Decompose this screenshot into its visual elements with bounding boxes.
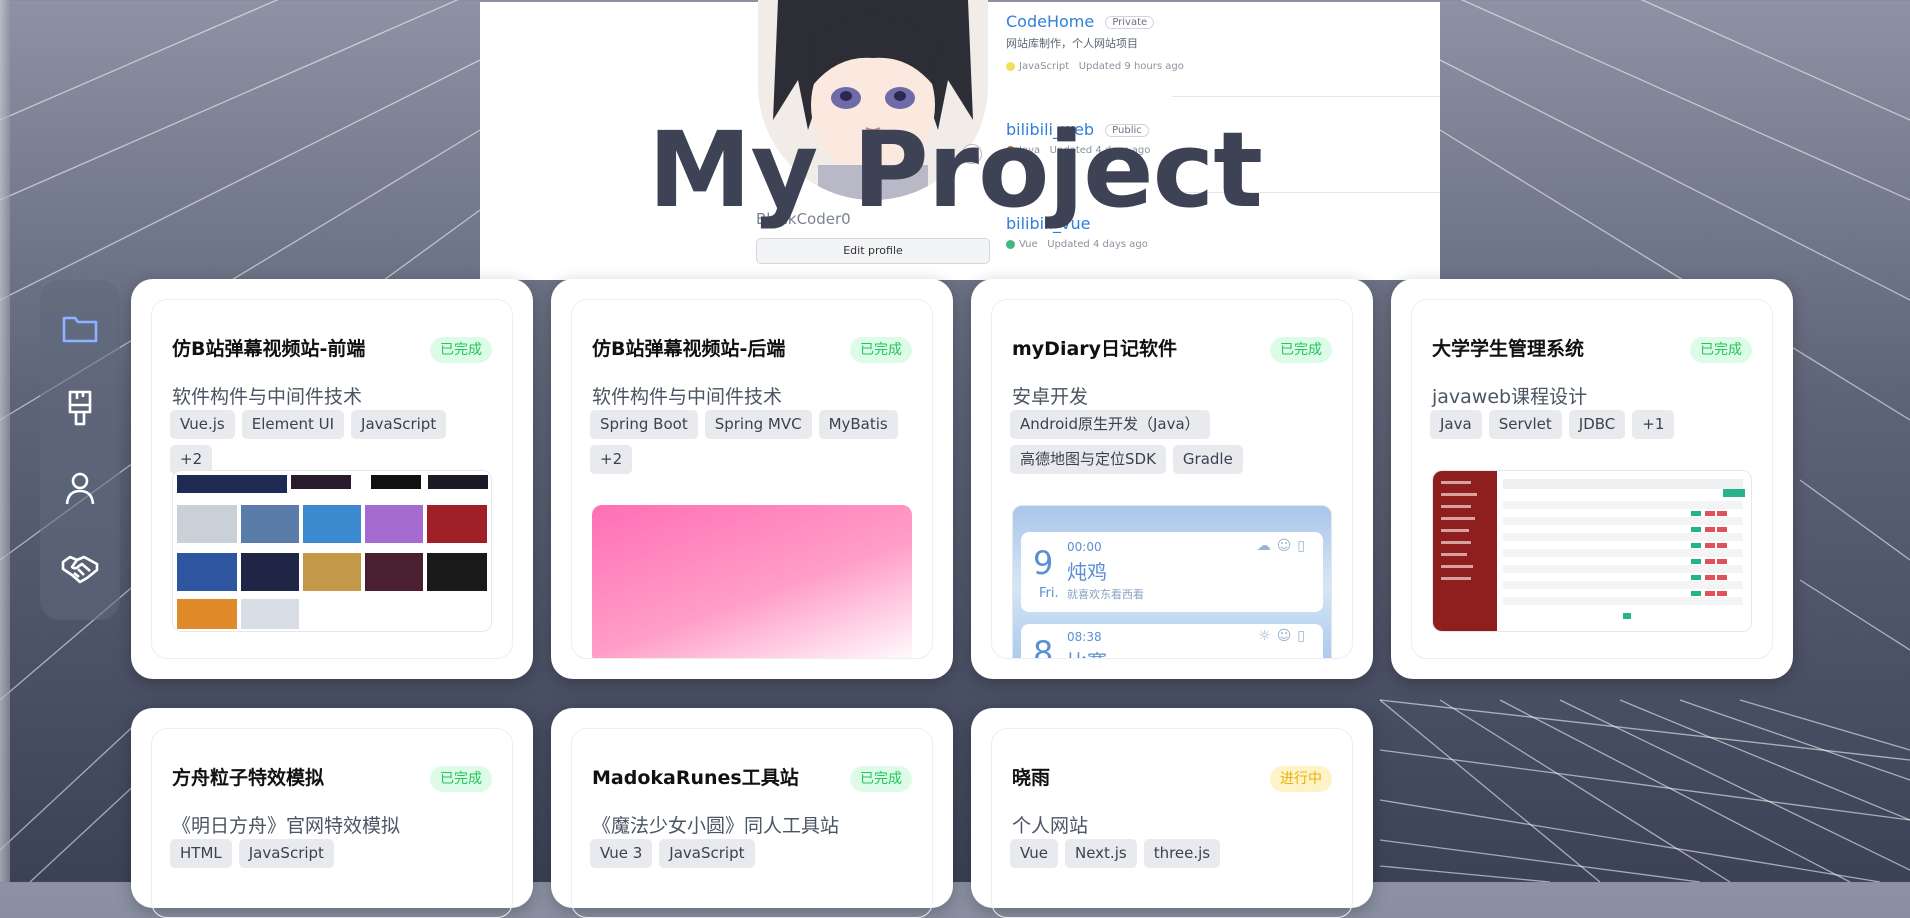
project-card[interactable]: 大学学生管理系统 已完成 javaweb课程设计 Java Servlet JD… <box>1391 279 1793 679</box>
tag-list: Android原生开发（Java） 高德地图与定位SDK Gradle <box>1010 410 1334 474</box>
tag-list: Vue 3 JavaScript <box>590 839 914 868</box>
project-title: 晓雨 <box>1012 767 1051 789</box>
tag: Gradle <box>1172 445 1243 474</box>
tag: HTML <box>170 839 232 868</box>
project-title: myDiary日记软件 <box>1012 338 1178 360</box>
tag: Servlet <box>1488 410 1562 439</box>
project-preview-image[interactable] <box>172 470 492 632</box>
tag-list: HTML JavaScript <box>170 839 494 868</box>
project-card[interactable]: 仿B站弹幕视频站-前端 已完成 软件构件与中间件技术 Vue.js Elemen… <box>131 279 533 679</box>
repo-divider <box>1172 96 1440 97</box>
user-icon <box>65 472 95 505</box>
repo-name[interactable]: CodeHome <box>1006 12 1094 31</box>
tag-list: Vue Next.js three.js <box>1010 839 1334 868</box>
tag: JavaScript <box>351 410 447 439</box>
project-subtitle: 软件构件与中间件技术 <box>592 386 783 408</box>
diary-entry: 9 Fri. 00:00 炖鸡 就喜欢东看西看 ☁☺▯ <box>1021 532 1323 612</box>
project-preview-image[interactable] <box>1432 470 1752 632</box>
window-left-edge <box>0 0 10 882</box>
repo-meta: Vue Updated 4 days ago <box>1006 239 1148 250</box>
project-card-inner: 仿B站弹幕视频站-后端 已完成 软件构件与中间件技术 Spring Boot S… <box>571 299 933 659</box>
project-subtitle: javaweb课程设计 <box>1432 386 1588 408</box>
project-card[interactable]: 仿B站弹幕视频站-后端 已完成 软件构件与中间件技术 Spring Boot S… <box>551 279 953 679</box>
status-badge: 已完成 <box>850 337 912 363</box>
repo-item[interactable]: CodeHome Private 网站库制作，个人网站项目 JavaScript… <box>1006 12 1184 72</box>
project-subtitle: 个人网站 <box>1012 815 1089 837</box>
project-card[interactable]: 方舟粒子特效模拟 已完成 《明日方舟》官网特效模拟 HTML JavaScrip… <box>131 708 533 918</box>
project-card[interactable]: 晓雨 进行中 个人网站 Vue Next.js three.js <box>971 708 1373 918</box>
language-dot-icon <box>1006 61 1015 71</box>
tag-list: Java Servlet JDBC +1 <box>1430 410 1754 439</box>
project-title: MadokaRunes工具站 <box>592 767 799 789</box>
status-badge: 已完成 <box>850 766 912 792</box>
diary-entry: 8 08:38 比赛 ☼☺▯ <box>1021 624 1323 658</box>
status-badge: 已完成 <box>430 337 492 363</box>
tag: JavaScript <box>238 839 334 868</box>
project-title: 仿B站弹幕视频站-后端 <box>592 338 786 360</box>
folder-icon <box>62 316 98 343</box>
sidebar-nav <box>40 280 120 620</box>
project-card-inner: myDiary日记软件 已完成 安卓开发 Android原生开发（Java） 高… <box>991 299 1353 659</box>
tag: Spring Boot <box>590 410 698 439</box>
tag: Vue.js <box>170 410 235 439</box>
brush-icon <box>68 390 92 426</box>
sidebar-item-contact[interactable] <box>56 544 104 592</box>
status-badge: 进行中 <box>1270 766 1332 792</box>
project-subtitle: 《魔法少女小圆》同人工具站 <box>592 815 840 837</box>
project-preview-image[interactable] <box>592 505 912 658</box>
tag-list: Spring Boot Spring MVC MyBatis +2 <box>590 410 914 474</box>
project-card-inner: 方舟粒子特效模拟 已完成 《明日方舟》官网特效模拟 HTML JavaScrip… <box>151 728 513 918</box>
diary-actions-icon[interactable]: ☁☺▯ <box>1257 538 1311 554</box>
status-badge: 已完成 <box>430 766 492 792</box>
repo-description: 网站库制作，个人网站项目 <box>1006 37 1138 50</box>
project-card[interactable]: MadokaRunes工具站 已完成 《魔法少女小圆》同人工具站 Vue 3 J… <box>551 708 953 918</box>
edit-profile-button[interactable]: Edit profile <box>756 238 990 264</box>
project-title: 方舟粒子特效模拟 <box>172 767 325 789</box>
tag: Android原生开发（Java） <box>1010 410 1210 439</box>
tag: three.js <box>1143 839 1221 868</box>
project-preview-image[interactable]: 9 Fri. 00:00 炖鸡 就喜欢东看西看 ☁☺▯ 8 08:38 比赛 ☼… <box>1012 505 1332 658</box>
repo-meta: JavaScript Updated 9 hours ago <box>1006 61 1184 72</box>
repo-visibility-badge: Private <box>1105 16 1155 29</box>
project-card-inner: 大学学生管理系统 已完成 javaweb课程设计 Java Servlet JD… <box>1411 299 1773 659</box>
more-tags[interactable]: +1 <box>1632 410 1675 439</box>
tag: JavaScript <box>659 839 755 868</box>
project-subtitle: 《明日方舟》官网特效模拟 <box>172 815 401 837</box>
project-card-inner: 仿B站弹幕视频站-前端 已完成 软件构件与中间件技术 Vue.js Elemen… <box>151 299 513 659</box>
tag: Vue 3 <box>590 839 653 868</box>
project-subtitle: 安卓开发 <box>1012 386 1089 408</box>
tag: 高德地图与定位SDK <box>1010 445 1166 474</box>
project-title: 仿B站弹幕视频站-前端 <box>172 338 366 360</box>
diary-actions-icon[interactable]: ☼☺▯ <box>1258 628 1311 644</box>
project-card-inner: 晓雨 进行中 个人网站 Vue Next.js three.js <box>991 728 1353 918</box>
handshake-icon <box>61 555 99 584</box>
tag: JDBC <box>1568 410 1626 439</box>
project-card[interactable]: myDiary日记软件 已完成 安卓开发 Android原生开发（Java） 高… <box>971 279 1373 679</box>
more-tags[interactable]: +2 <box>590 445 633 474</box>
project-card-inner: MadokaRunes工具站 已完成 《魔法少女小圆》同人工具站 Vue 3 J… <box>571 728 933 918</box>
tag: MyBatis <box>818 410 898 439</box>
status-badge: 已完成 <box>1690 337 1752 363</box>
tag: Element UI <box>241 410 345 439</box>
status-badge: 已完成 <box>1270 337 1332 363</box>
sidebar-item-skills[interactable] <box>56 384 104 432</box>
tag: Java <box>1430 410 1482 439</box>
tag: Spring MVC <box>704 410 812 439</box>
project-subtitle: 软件构件与中间件技术 <box>172 386 363 408</box>
tag: Next.js <box>1064 839 1137 868</box>
project-title: 大学学生管理系统 <box>1432 338 1585 360</box>
tag-list: Vue.js Element UI JavaScript +2 <box>170 410 494 474</box>
tag: Vue <box>1010 839 1058 868</box>
sidebar-item-projects[interactable] <box>56 304 104 352</box>
language-dot-icon <box>1006 239 1015 249</box>
sidebar-item-about[interactable] <box>56 464 104 512</box>
page-title: My Project <box>648 109 1263 231</box>
